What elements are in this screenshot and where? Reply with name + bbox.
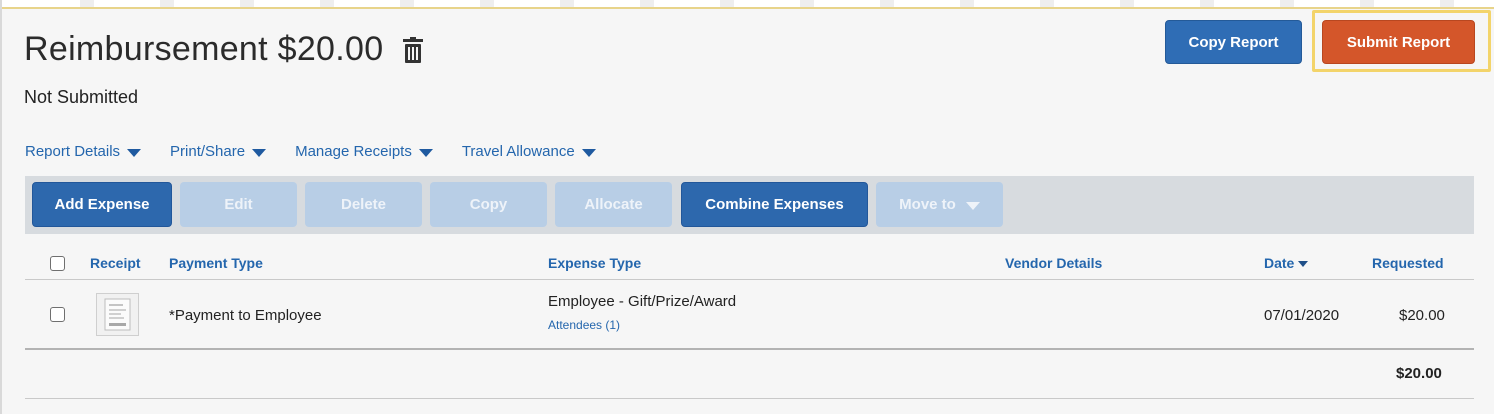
strip-tick (880, 0, 894, 7)
trash-icon[interactable] (403, 36, 424, 63)
report-header: Reimbursement $20.00 (24, 30, 424, 69)
strip-tick (80, 0, 94, 7)
date-cell: 07/01/2020 (1264, 307, 1340, 324)
strip-tick (240, 0, 254, 7)
left-border (0, 0, 2, 414)
row-checkbox[interactable] (50, 307, 65, 322)
column-header-vendor-details[interactable]: Vendor Details (1005, 255, 1102, 271)
strip-tick (1440, 0, 1454, 7)
sort-desc-icon (1298, 261, 1309, 268)
move-to-button[interactable]: Move to (876, 182, 1003, 227)
footer-divider (25, 398, 1474, 399)
strip-tick (1040, 0, 1054, 7)
caret-down-icon (252, 148, 267, 157)
caret-down-icon (581, 148, 596, 157)
expense-toolbar: Add Expense Edit Delete Copy Allocate Co… (25, 176, 1474, 234)
menu-report-details[interactable]: Report Details (25, 143, 142, 160)
payment-type-cell: *Payment to Employee (169, 307, 322, 324)
strip-tick (1280, 0, 1294, 7)
date-header-label: Date (1264, 255, 1295, 271)
column-header-date[interactable]: Date (1264, 255, 1309, 271)
menu-label: Report Details (25, 143, 121, 160)
strip-tick (960, 0, 974, 7)
move-to-label: Move to (899, 196, 956, 213)
strip-tick (800, 0, 814, 7)
strip-tick (720, 0, 734, 7)
select-all-checkbox[interactable] (50, 256, 65, 271)
row-divider (25, 348, 1474, 350)
strip-tick (160, 0, 174, 7)
menu-label: Print/Share (170, 143, 246, 160)
header-divider (25, 279, 1474, 280)
menu-print-share[interactable]: Print/Share (170, 143, 267, 160)
strip-tick (480, 0, 494, 7)
column-header-requested[interactable]: Requested (1372, 255, 1444, 271)
column-header-expense-type[interactable]: Expense Type (548, 255, 641, 271)
menu-travel-allowance[interactable]: Travel Allowance (462, 143, 596, 160)
combine-expenses-button[interactable]: Combine Expenses (681, 182, 868, 227)
strip-tick (640, 0, 654, 7)
menu-label: Manage Receipts (295, 143, 412, 160)
edit-button[interactable]: Edit (180, 182, 297, 227)
strip-tick (560, 0, 574, 7)
strip-tick (1120, 0, 1134, 7)
caret-down-icon (965, 201, 980, 210)
strip-tick (1360, 0, 1374, 7)
expense-type-cell: Employee - Gift/Prize/Award (548, 293, 737, 310)
allocate-button[interactable]: Allocate (555, 182, 672, 227)
attendees-link[interactable]: Attendees (1) (548, 318, 620, 332)
add-expense-button[interactable]: Add Expense (32, 182, 172, 227)
receipt-thumbnail[interactable] (96, 293, 139, 336)
strip-tick (400, 0, 414, 7)
report-menu: Report Details Print/Share Manage Receip… (25, 143, 625, 160)
menu-label: Travel Allowance (461, 143, 575, 160)
menu-manage-receipts[interactable]: Manage Receipts (295, 143, 433, 160)
copy-report-button[interactable]: Copy Report (1165, 20, 1302, 64)
top-strip (0, 0, 1494, 9)
caret-down-icon (418, 148, 433, 157)
copy-button[interactable]: Copy (430, 182, 547, 227)
report-status: Not Submitted (24, 87, 139, 107)
total-amount: $20.00 (1396, 365, 1442, 382)
page-title: Reimbursement $20.00 (24, 30, 384, 68)
caret-down-icon (127, 148, 142, 157)
column-header-payment-type[interactable]: Payment Type (169, 255, 263, 271)
column-header-receipt[interactable]: Receipt (90, 255, 141, 271)
strip-tick (320, 0, 334, 7)
strip-tick (1200, 0, 1214, 7)
submit-report-button[interactable]: Submit Report (1322, 20, 1475, 64)
requested-amount-cell: $20.00 (1399, 307, 1445, 324)
delete-button[interactable]: Delete (305, 182, 422, 227)
